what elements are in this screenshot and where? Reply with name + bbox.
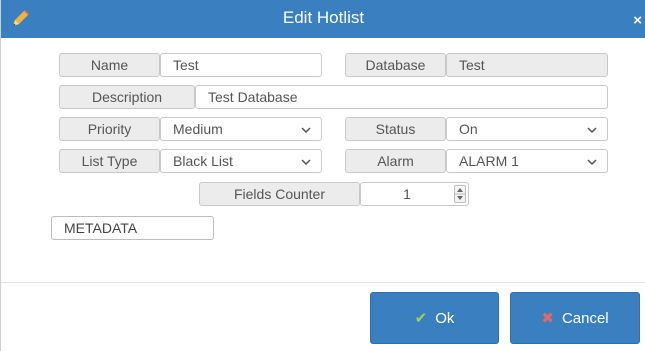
close-icon[interactable]: × (633, 13, 642, 28)
chevron-down-icon (301, 127, 311, 133)
name-input[interactable]: Test (160, 53, 322, 77)
database-label: Database (345, 53, 446, 77)
priority-select[interactable]: Medium (160, 117, 322, 141)
alarm-value: ALARM 1 (459, 153, 519, 169)
priority-label: Priority (59, 117, 160, 141)
fields-counter-stepper[interactable]: 1 (360, 182, 469, 206)
status-select[interactable]: On (446, 117, 608, 141)
chevron-down-icon (587, 127, 597, 133)
fields-counter-value: 1 (403, 186, 411, 202)
cancel-button-label: Cancel (561, 309, 609, 327)
chevron-down-icon (301, 159, 311, 165)
metadata-button[interactable]: METADATA (51, 216, 214, 240)
cancel-button[interactable]: ✖ Cancel (510, 292, 640, 344)
alarm-select[interactable]: ALARM 1 (446, 149, 608, 173)
spinner-icon[interactable] (454, 185, 466, 203)
priority-value: Medium (173, 121, 223, 137)
edit-hotlist-dialog: Edit Hotlist × Name Test Database Test D… (0, 0, 645, 351)
database-field: Test (446, 53, 608, 77)
checkmark-icon: ✔ (414, 309, 428, 327)
list-type-value: Black List (173, 153, 233, 169)
list-type-label: List Type (59, 149, 160, 173)
status-value: On (459, 121, 478, 137)
list-type-select[interactable]: Black List (160, 149, 322, 173)
status-label: Status (345, 117, 446, 141)
ok-button[interactable]: ✔ Ok (370, 292, 499, 344)
chevron-down-icon (587, 159, 597, 165)
dialog-title: Edit Hotlist (282, 8, 365, 27)
x-icon: ✖ (541, 309, 554, 327)
fields-counter-label: Fields Counter (199, 182, 360, 206)
ok-button-label: Ok (435, 309, 455, 327)
footer-divider (1, 282, 645, 283)
dialog-titlebar: Edit Hotlist × (1, 0, 645, 38)
description-label: Description (59, 85, 195, 109)
description-input[interactable]: Test Database (195, 85, 608, 109)
name-label: Name (59, 53, 160, 77)
alarm-label: Alarm (345, 149, 446, 173)
